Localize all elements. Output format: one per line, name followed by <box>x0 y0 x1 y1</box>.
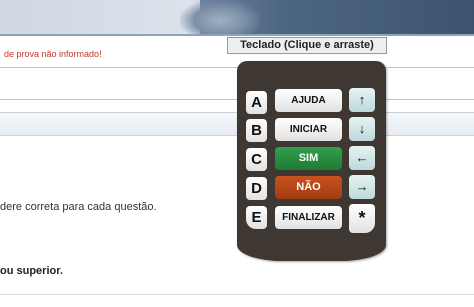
key-b[interactable]: B <box>246 119 267 142</box>
arrow-up-icon[interactable]: ↑ <box>349 88 375 112</box>
header-banner <box>0 0 474 34</box>
arrow-down-icon[interactable]: ↓ <box>349 117 375 141</box>
requirement-text: ou superior. <box>0 265 63 277</box>
banner-divider <box>0 34 474 36</box>
divider <box>0 294 474 295</box>
error-message: de prova não informado! <box>4 49 102 59</box>
sim-button[interactable]: SIM <box>275 147 342 170</box>
instruction-text: dere correta para cada questão. <box>0 201 157 213</box>
nao-button[interactable]: NÃO <box>275 176 342 199</box>
key-e[interactable]: E <box>246 206 267 229</box>
key-d[interactable]: D <box>246 177 267 200</box>
star-key[interactable]: * <box>349 204 375 233</box>
iniciar-button[interactable]: INICIAR <box>275 118 342 141</box>
key-c[interactable]: C <box>246 148 267 171</box>
arrow-left-icon[interactable]: ← <box>349 146 375 170</box>
arrow-right-icon[interactable]: → <box>349 175 375 199</box>
virtual-keypad[interactable]: A B C D E AJUDA INICIAR SIM NÃO FINALIZA… <box>237 61 386 261</box>
ajuda-button[interactable]: AJUDA <box>275 89 342 112</box>
finalizar-button[interactable]: FINALIZAR <box>275 206 342 229</box>
banner-car-image <box>180 0 260 34</box>
keyboard-title-bar[interactable]: Teclado (Clique e arraste) <box>227 37 387 54</box>
key-a[interactable]: A <box>246 91 267 114</box>
